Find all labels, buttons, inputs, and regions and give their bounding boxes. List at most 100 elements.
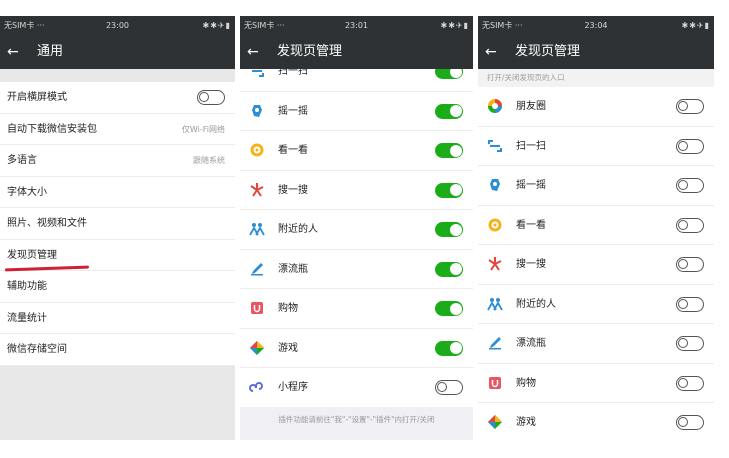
setting-storage[interactable]: 微信存储空间 (0, 334, 235, 366)
shopping-toggle[interactable] (435, 301, 463, 316)
page-title: 发现页管理 (515, 44, 581, 59)
mini-program-toggle[interactable] (435, 380, 463, 395)
list-item[interactable]: 看一看 (240, 131, 473, 171)
settings-list: 开启横屏模式 自动下载微信安装包 仅Wi-Fi网络 多语言 跟随系统 字体大小 … (0, 82, 235, 366)
setting-auto-download[interactable]: 自动下载微信安装包 仅Wi-Fi网络 (0, 114, 235, 145)
shake-toggle[interactable] (435, 103, 463, 119)
look-icon (249, 142, 265, 158)
people-nearby-toggle[interactable] (676, 296, 704, 312)
setting-label: 流量统计 (7, 312, 47, 324)
people-nearby-icon (487, 296, 503, 312)
list-item[interactable]: 摇一摇 (478, 166, 714, 206)
clock: 23:04 (584, 21, 608, 30)
games-icon (249, 340, 265, 356)
setting-data-usage[interactable]: 流量统计 (0, 303, 235, 334)
setting-media-files[interactable]: 照片、视频和文件 (0, 208, 235, 240)
drift-bottle-icon (249, 261, 265, 277)
setting-label: 辅助功能 (7, 281, 47, 292)
item-label: 看一看 (516, 219, 546, 231)
screen-discover-management-scrolled: 扫一扫 摇一摇 看一看 搜一搜 附近的人 漂流瓶 购物 游戏 小程序 插件功能请… (240, 16, 473, 440)
search-icon (249, 182, 265, 198)
list-item[interactable]: 漂流瓶 (240, 250, 473, 289)
item-label: 摇一摇 (516, 180, 546, 191)
games-toggle[interactable] (435, 340, 463, 356)
setting-label: 字体大小 (7, 186, 47, 198)
list-item[interactable]: 搜一搜 (478, 245, 714, 285)
list-item[interactable]: 购物 (478, 364, 714, 403)
list-item[interactable]: 朋友圈 (478, 87, 714, 127)
list-item[interactable]: 看一看 (478, 206, 714, 245)
setting-accessibility[interactable]: 辅助功能 (0, 271, 235, 303)
status-bar: 无SIM卡 ··· 23:01 ✱✱✈▮ (240, 16, 473, 35)
status-icons: ✱✱✈▮ (681, 21, 710, 30)
games-toggle[interactable] (676, 415, 704, 430)
setting-font-size[interactable]: 字体大小 (0, 177, 235, 208)
list-item[interactable]: 购物 (240, 289, 473, 329)
screen-discover-management: 无SIM卡 ··· 23:04 ✱✱✈▮ ← 发现页管理 打开/关闭发现页的入口… (478, 16, 714, 440)
setting-landscape-mode[interactable]: 开启横屏模式 (0, 82, 235, 114)
drift-bottle-toggle[interactable] (435, 261, 463, 277)
nav-bar: ← 发现页管理 (478, 35, 714, 69)
shopping-toggle[interactable] (676, 375, 704, 391)
search-toggle[interactable] (435, 182, 463, 198)
list-item[interactable]: 附近的人 (240, 210, 473, 250)
list-item[interactable]: 小程序 (240, 368, 473, 408)
look-toggle[interactable] (435, 143, 463, 158)
list-item[interactable]: 附近的人 (478, 285, 714, 324)
back-arrow-icon[interactable]: ← (7, 35, 19, 69)
item-label: 摇一摇 (278, 105, 308, 117)
list-item[interactable]: 漂流瓶 (478, 324, 714, 364)
page-title: 发现页管理 (277, 44, 343, 59)
list-item[interactable]: 扫一扫 (478, 127, 714, 166)
setting-label: 发现页管理 (7, 249, 57, 261)
list-item[interactable]: 搜一搜 (240, 171, 473, 210)
item-label: 小程序 (278, 382, 308, 393)
clock: 23:00 (105, 21, 130, 30)
item-label: 扫一扫 (516, 140, 546, 152)
mini-program-icon (249, 379, 265, 395)
item-label: 看一看 (278, 145, 308, 156)
page-title: 通用 (37, 44, 64, 59)
setting-label: 微信存储空间 (7, 344, 67, 355)
games-icon (487, 414, 503, 430)
setting-value: 仅Wi-Fi网络 (181, 124, 225, 134)
shake-toggle[interactable] (676, 178, 704, 193)
scan-icon (487, 138, 503, 154)
setting-label: 开启横屏模式 (7, 92, 67, 103)
screen-general-settings: 无SIM卡 ··· 23:00 ✱✱✈▮ ← 通用 开启横屏模式 自动下载微信安… (0, 16, 235, 440)
status-bar: 无SIM卡 ··· 23:04 ✱✱✈▮ (478, 16, 714, 35)
discover-entry-list: 朋友圈 扫一扫 摇一摇 看一看 搜一搜 附近的人 漂流瓶 购物 游戏 (478, 87, 714, 440)
shopping-icon (249, 300, 265, 316)
section-header: 打开/关闭发现页的入口 (478, 69, 714, 87)
item-label: 购物 (516, 377, 536, 389)
list-item[interactable]: 游戏 (240, 329, 473, 368)
search-icon (487, 256, 503, 272)
nav-bar: ← 发现页管理 (240, 35, 473, 69)
back-arrow-icon[interactable]: ← (485, 35, 497, 69)
item-label: 搜一搜 (278, 184, 308, 196)
item-label: 附近的人 (278, 224, 318, 235)
list-item[interactable]: 游戏 (478, 403, 714, 440)
setting-language[interactable]: 多语言 跟随系统 (0, 145, 235, 177)
moments-icon (487, 98, 503, 114)
item-label: 朋友圈 (516, 101, 546, 112)
setting-label: 多语言 (7, 155, 37, 166)
shake-icon (487, 177, 503, 193)
scan-toggle[interactable] (676, 138, 704, 154)
shake-icon (249, 103, 265, 119)
back-arrow-icon[interactable]: ← (247, 35, 259, 69)
setting-value: 跟随系统 (193, 156, 225, 165)
item-label: 漂流瓶 (516, 338, 546, 349)
item-label: 附近的人 (516, 298, 556, 310)
plugin-hint: 插件功能请前往"我"-"设置"-"插件"内打开/关闭 (240, 407, 473, 440)
list-item[interactable]: 摇一摇 (240, 92, 473, 131)
status-icons: ✱✱✈▮ (440, 21, 469, 30)
search-toggle[interactable] (676, 257, 704, 272)
moments-toggle[interactable] (676, 99, 704, 114)
setting-discover-management[interactable]: 发现页管理 (0, 240, 235, 271)
drift-bottle-toggle[interactable] (676, 336, 704, 351)
status-icons: ✱✱✈▮ (202, 21, 231, 30)
landscape-mode-toggle[interactable] (197, 90, 225, 105)
look-toggle[interactable] (676, 217, 704, 233)
people-nearby-toggle[interactable] (435, 222, 463, 237)
